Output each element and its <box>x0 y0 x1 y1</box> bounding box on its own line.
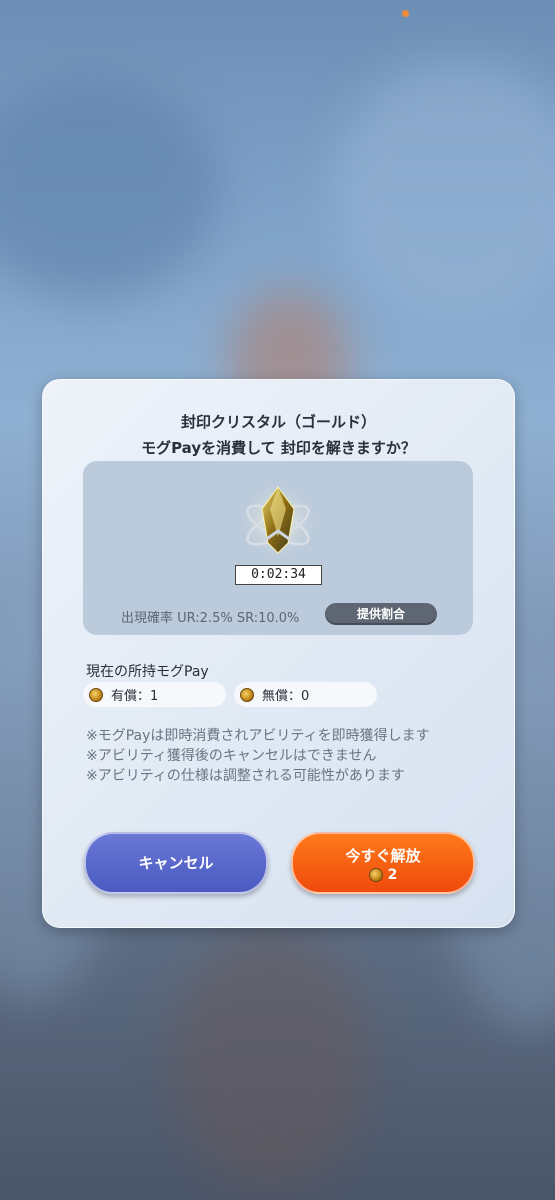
note-line: ※アビリティ獲得後のキャンセルはできません <box>86 748 377 764</box>
unlock-dialog: 封印クリスタル（ゴールド） モグPayを消費して 封印を解きますか？ 0:02:… <box>42 379 515 928</box>
unlock-cost-value: 2 <box>387 867 398 883</box>
cancel-button[interactable]: キャンセル <box>84 832 268 894</box>
notes: ※モグPayは即時消費されアビリティを即時獲得します ※アビリティ獲得後のキャン… <box>86 726 430 786</box>
free-currency-pill: 無償：0 <box>234 682 377 707</box>
paid-currency-label: 有償：1 <box>111 689 159 704</box>
unlock-now-label: 今すぐ解放 <box>345 847 421 865</box>
owned-currency-title: 現在の所持モグPay <box>86 664 209 680</box>
coin-icon <box>240 687 254 702</box>
note-line: ※アビリティの仕様は調整される可能性があります <box>86 768 405 784</box>
coin-icon <box>89 687 103 702</box>
coin-icon <box>368 868 383 882</box>
dialog-question: モグPayを消費して 封印を解きますか？ <box>141 439 416 457</box>
paid-currency-pill: 有償：1 <box>83 682 226 707</box>
unlock-cost: 2 <box>293 867 473 883</box>
crystal-panel: 0:02:34 出現確率 UR:2.5% SR:10.0% 提供割合 <box>83 461 473 635</box>
drop-rate-text: 出現確率 UR:2.5% SR:10.0% <box>121 611 300 626</box>
free-currency-label: 無償：0 <box>262 689 310 704</box>
unlock-now-button[interactable]: 今すぐ解放 2 <box>291 832 475 894</box>
note-line: ※モグPayは即時消費されアビリティを即時獲得します <box>86 728 430 744</box>
countdown-timer: 0:02:34 <box>235 565 322 585</box>
notification-dot <box>402 10 409 17</box>
drop-rate-button[interactable]: 提供割合 <box>325 603 437 625</box>
gold-crystal-icon <box>240 483 316 559</box>
dialog-title: 封印クリスタル（ゴールド） <box>180 413 376 431</box>
